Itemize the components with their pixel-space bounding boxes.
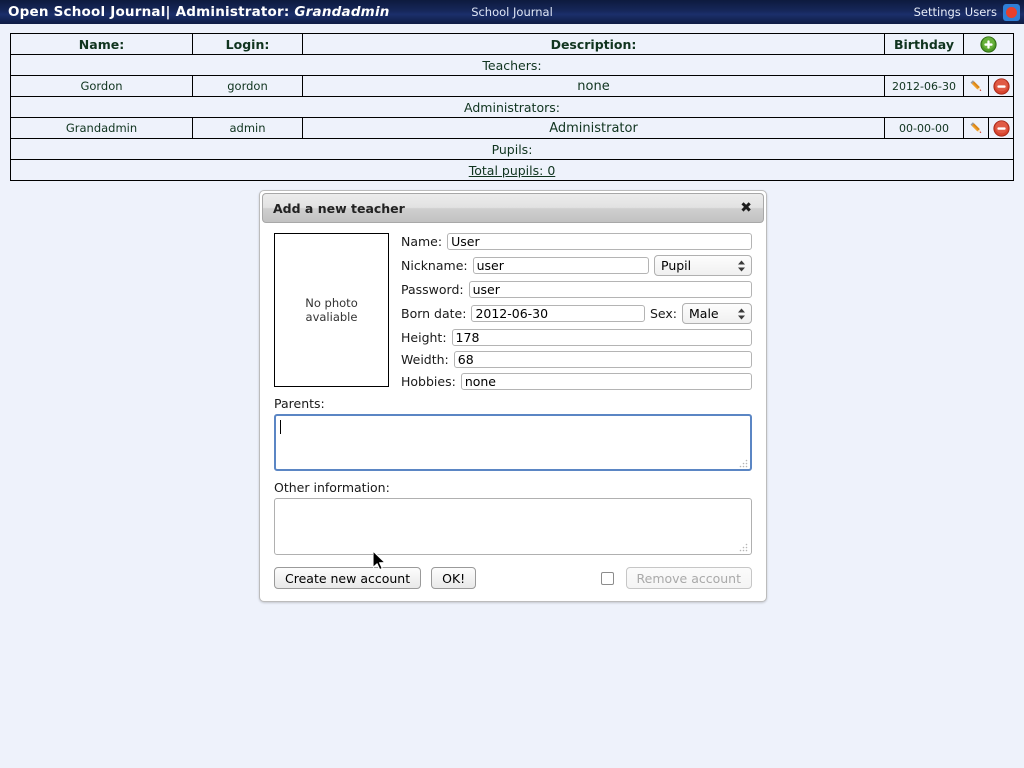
remove-account-button[interactable]: Remove account xyxy=(626,567,753,589)
other-textarea-wrap xyxy=(274,498,752,558)
brand-role-label: Administrator: xyxy=(176,4,290,20)
field-row-name: Name: xyxy=(401,233,752,250)
column-header-name: Name: xyxy=(11,34,193,55)
dialog-body: No photo avaliable Name: Nickname: Pupil xyxy=(260,225,766,601)
field-row-password: Password: xyxy=(401,281,752,298)
group-row-pupils: Pupils: xyxy=(11,139,1014,160)
cell-login: admin xyxy=(193,118,303,139)
table-header-row: Name: Login: Description: Birthday xyxy=(11,34,1014,55)
nickname-label: Nickname: xyxy=(401,258,468,273)
group-label: Pupils: xyxy=(11,139,1014,160)
born-date-label: Born date: xyxy=(401,306,466,321)
settings-link[interactable]: Settings xyxy=(914,5,961,19)
add-user-button[interactable] xyxy=(964,34,1014,55)
header-actions: Settings Users xyxy=(914,4,1020,21)
field-row-weidth: Weidth: xyxy=(401,351,752,368)
field-row-nickname: Nickname: Pupil xyxy=(401,255,752,276)
other-information-textarea[interactable] xyxy=(274,498,752,555)
hobbies-label: Hobbies: xyxy=(401,374,456,389)
delete-user-button[interactable] xyxy=(989,118,1014,139)
field-row-hobbies: Hobbies: xyxy=(401,373,752,390)
parents-label: Parents: xyxy=(274,396,752,411)
add-teacher-dialog: Add a new teacher ✖ No photo avaliable N… xyxy=(259,190,767,602)
delete-user-button[interactable] xyxy=(989,76,1014,97)
photo-placeholder-text: No photo avaliable xyxy=(305,296,357,325)
parents-textarea[interactable] xyxy=(274,414,752,471)
brand-app-name: Open School Journal xyxy=(8,4,166,20)
field-row-height: Height: xyxy=(401,329,752,346)
sex-label: Sex: xyxy=(650,306,677,321)
cell-description: Administrator xyxy=(303,118,885,139)
sex-select[interactable]: Male xyxy=(682,303,752,324)
cell-birthday: 2012-06-30 xyxy=(885,76,964,97)
close-x-icon[interactable]: ✖ xyxy=(739,201,753,215)
brand-title: Open School Journal| Administrator: Gran… xyxy=(0,4,390,20)
edit-user-button[interactable] xyxy=(964,76,989,97)
password-input[interactable] xyxy=(469,281,752,298)
remove-minus-icon xyxy=(993,120,1010,137)
password-label: Password: xyxy=(401,282,464,297)
name-label: Name: xyxy=(401,234,442,249)
field-row-born-date: Born date: Sex: Male xyxy=(401,303,752,324)
parents-textarea-wrap xyxy=(274,414,752,474)
red-circle-logo-icon xyxy=(1003,4,1020,21)
weidth-input[interactable] xyxy=(454,351,752,368)
group-row-teachers: Teachers: xyxy=(11,55,1014,76)
ok-button[interactable]: OK! xyxy=(431,567,476,589)
pencil-edit-icon xyxy=(968,120,985,137)
pencil-edit-icon xyxy=(968,78,985,95)
role-select-wrap: Pupil xyxy=(654,255,752,276)
dialog-title: Add a new teacher xyxy=(273,201,405,216)
photo-placeholder[interactable]: No photo avaliable xyxy=(274,233,389,387)
remove-minus-icon xyxy=(993,78,1010,95)
add-plus-icon xyxy=(980,36,997,53)
born-date-input[interactable] xyxy=(471,305,645,322)
users-table: Name: Login: Description: Birthday Teach… xyxy=(10,33,1014,181)
group-label: Teachers: xyxy=(11,55,1014,76)
cell-birthday: 00-00-00 xyxy=(885,118,964,139)
column-header-login: Login: xyxy=(193,34,303,55)
text-cursor xyxy=(280,420,281,434)
nickname-input[interactable] xyxy=(473,257,649,274)
dialog-upper-section: No photo avaliable Name: Nickname: Pupil xyxy=(274,233,752,390)
role-select[interactable]: Pupil xyxy=(654,255,752,276)
users-link[interactable]: Users xyxy=(965,5,997,19)
table-body: Teachers: Gordon gordon none 2012-06-30 xyxy=(11,55,1014,181)
top-header-bar: Open School Journal| Administrator: Gran… xyxy=(0,0,1024,24)
hobbies-input[interactable] xyxy=(461,373,752,390)
remove-account-checkbox[interactable] xyxy=(601,572,614,585)
table-row[interactable]: Gordon gordon none 2012-06-30 xyxy=(11,76,1014,97)
sex-select-wrap: Male xyxy=(682,303,752,324)
cell-description: none xyxy=(303,76,885,97)
dialog-titlebar: Add a new teacher ✖ xyxy=(262,193,764,223)
height-label: Height: xyxy=(401,330,447,345)
cell-name: Grandadmin xyxy=(11,118,193,139)
form-fields: Name: Nickname: Pupil xyxy=(401,233,752,390)
column-header-description: Description: xyxy=(303,34,885,55)
brand-separator: | xyxy=(166,4,171,20)
column-header-birthday: Birthday xyxy=(885,34,964,55)
group-row-administrators: Administrators: xyxy=(11,97,1014,118)
cell-login: gordon xyxy=(193,76,303,97)
name-input[interactable] xyxy=(447,233,752,250)
brand-admin-name: Grandadmin xyxy=(294,4,389,20)
table-row[interactable]: Grandadmin admin Administrator 00-00-00 xyxy=(11,118,1014,139)
total-pupils-row: Total pupils: 0 xyxy=(11,160,1014,181)
cell-name: Gordon xyxy=(11,76,193,97)
create-new-account-button[interactable]: Create new account xyxy=(274,567,421,589)
dialog-buttons-row: Create new account OK! Remove account xyxy=(274,567,752,589)
total-pupils-label: Total pupils: 0 xyxy=(11,160,1014,181)
edit-user-button[interactable] xyxy=(964,118,989,139)
other-information-label: Other information: xyxy=(274,480,752,495)
height-input[interactable] xyxy=(452,329,752,346)
group-label: Administrators: xyxy=(11,97,1014,118)
weidth-label: Weidth: xyxy=(401,352,449,367)
